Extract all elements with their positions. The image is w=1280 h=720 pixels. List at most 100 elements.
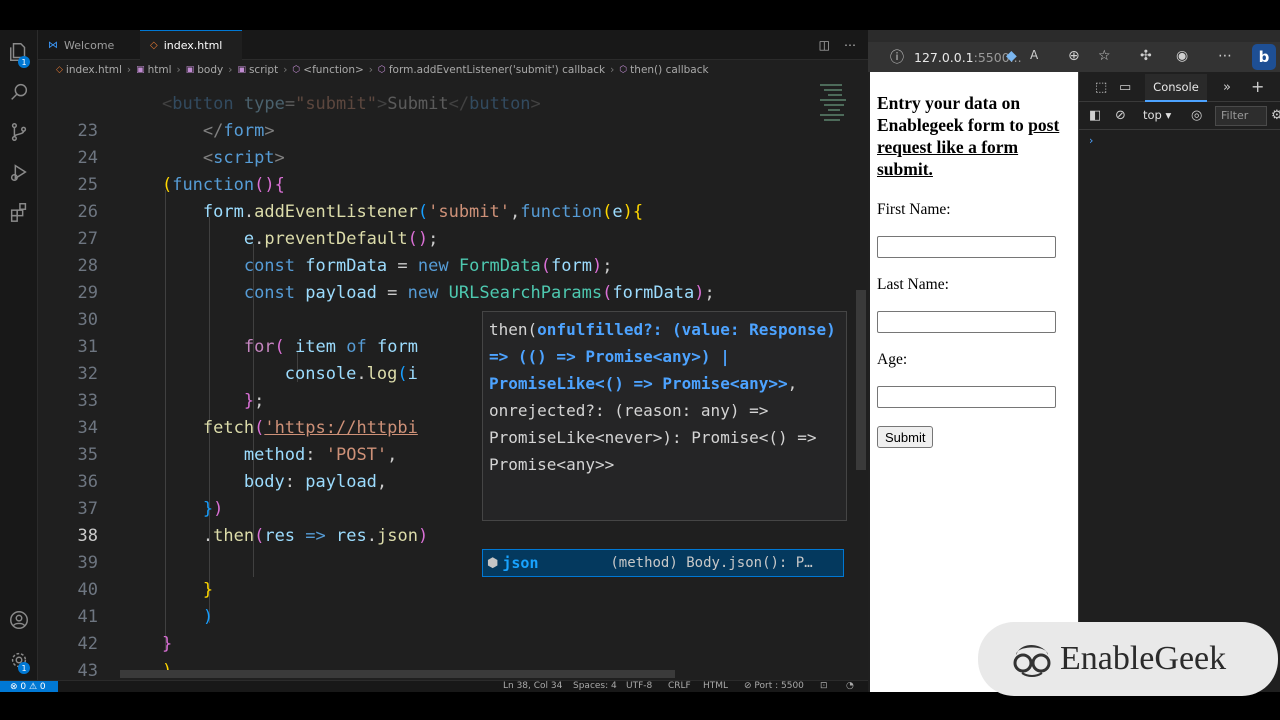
device-emulation-icon[interactable]: ▭ [1119, 80, 1131, 95]
encoding-setting[interactable]: UTF-8 [626, 681, 652, 692]
page-heading: Entry your data on Enablegeek form to po… [877, 93, 1060, 179]
eol-setting[interactable]: CRLF [668, 681, 691, 692]
breadcrumb-item[interactable]: ⬡ form.addEventListener('submit') callbac… [378, 64, 605, 76]
problems-indicator[interactable]: ⊗ 0 ⚠ 0 [0, 681, 58, 692]
breadcrumb-item[interactable]: ⬡ <function> [292, 64, 363, 76]
code-line: console.log(i [284, 364, 418, 384]
breadcrumb-item[interactable]: ◇ index.html [56, 64, 122, 76]
line-number: 34 [77, 418, 98, 438]
function-icon: ⬡ [619, 65, 628, 75]
tab-welcome[interactable]: ⋈ Welcome [38, 30, 140, 60]
editor-tabs: ⋈ Welcome ◇ index.html ◫ ⋯ [38, 30, 868, 60]
code-line: <button type="submit">Submit</button> [161, 94, 541, 114]
source-control-icon[interactable] [7, 120, 31, 144]
breadcrumb: ◇ index.html › ▣ html › ▣ body › ▣ script › ⬡ <fu… [38, 60, 868, 80]
code-line: fetch('https://httpbi [202, 418, 418, 438]
account-icon[interactable] [7, 608, 31, 632]
context-selector[interactable]: top ▾ [1143, 108, 1171, 122]
code-line: body: payload, [243, 472, 388, 492]
language-mode[interactable]: HTML [703, 681, 728, 692]
site-info-icon[interactable]: ⓘ [890, 47, 904, 67]
code-line: method: 'POST', [243, 445, 398, 465]
line-number: 23 [77, 121, 98, 141]
more-actions-icon[interactable]: ⋯ [844, 38, 856, 52]
code-line: }) [202, 499, 224, 519]
autocomplete-suggestion[interactable]: ⬢ json (method) Body.json(): P… [482, 549, 844, 577]
notifications-icon[interactable]: ◔ [846, 681, 854, 692]
line-number: 33 [77, 391, 98, 411]
geek-glasses-icon [1013, 645, 1051, 677]
line-number: 36 [77, 472, 98, 492]
code-line: }; [243, 391, 265, 411]
line-number: 38 [77, 526, 98, 546]
line-number: 29 [77, 283, 98, 303]
sidebar-toggle-icon[interactable]: ◧ [1089, 108, 1101, 123]
breadcrumb-item[interactable]: ▣ html [136, 64, 171, 76]
line-number: 37 [77, 499, 98, 519]
more-tabs-icon[interactable]: » [1223, 80, 1231, 95]
horizontal-scrollbar[interactable] [120, 670, 675, 678]
console-filter-input[interactable]: Filter [1215, 106, 1267, 126]
first-name-input[interactable] [877, 236, 1056, 258]
last-name-input[interactable] [877, 311, 1056, 333]
read-aloud-icon[interactable]: A [1030, 48, 1038, 62]
zoom-icon[interactable]: ⊕ [1068, 48, 1080, 64]
live-server-port[interactable]: ⊘ Port : 5500 [744, 681, 804, 692]
clear-console-icon[interactable]: ⊘ [1115, 108, 1126, 123]
browser-more-icon[interactable]: ⋯ [1218, 48, 1232, 64]
breadcrumb-item[interactable]: ▣ body [186, 64, 223, 76]
method-cube-icon: ⬢ [487, 555, 499, 571]
bing-copilot-icon[interactable]: b [1252, 44, 1276, 70]
favorite-star-icon[interactable]: ☆ [1098, 48, 1111, 64]
tab-actions: ◫ ⋯ [819, 30, 856, 60]
line-number: 24 [77, 148, 98, 168]
tab-index-html[interactable]: ◇ index.html [140, 30, 242, 60]
line-number: 41 [77, 607, 98, 627]
extension-tag-icon[interactable]: ◆ [1006, 48, 1017, 64]
top-black-bar [0, 0, 1280, 30]
error-icon: ⊗ [10, 682, 21, 692]
html-file-icon: ◇ [56, 65, 63, 75]
broadcast-icon: ⊘ [744, 681, 755, 691]
search-icon[interactable] [7, 80, 31, 104]
status-bar: ⊗ 0 ⚠ 0 Ln 38, Col 34 Spaces: 4 UTF-8 CR… [0, 680, 868, 692]
line-number: 31 [77, 337, 98, 357]
console-prompt-icon[interactable]: › [1089, 134, 1093, 147]
activity-bar: 1 1 [0, 30, 38, 680]
line-number: 32 [77, 364, 98, 384]
split-editor-icon[interactable]: ◫ [819, 38, 830, 52]
profile-avatar-icon[interactable]: ◉ [1176, 48, 1188, 64]
code-line: </form> [121, 121, 275, 141]
line-number: 40 [77, 580, 98, 600]
run-debug-icon[interactable] [7, 160, 31, 184]
indentation-setting[interactable]: Spaces: 4 [573, 681, 617, 692]
inspect-element-icon[interactable]: ⬚ [1095, 80, 1107, 95]
age-input[interactable] [877, 386, 1056, 408]
line-number: 43 [77, 661, 98, 680]
settings-badge: 1 [18, 662, 30, 674]
code-line: for( item of form [243, 337, 418, 357]
line-number: 35 [77, 445, 98, 465]
extensions-puzzle-icon[interactable]: ✣ [1140, 48, 1152, 64]
tab-console[interactable]: Console [1145, 74, 1207, 102]
browser-window: ⓘ 127.0.0.1:5500... ◆ A ⊕ ☆ ✣ ◉ ⋯ b Entr… [868, 30, 1280, 692]
line-number: 30 [77, 310, 98, 330]
line-number: 26 [77, 202, 98, 222]
cursor-position[interactable]: Ln 38, Col 34 [503, 681, 562, 692]
vertical-scrollbar[interactable] [856, 290, 866, 470]
breadcrumb-item[interactable]: ▣ script [237, 64, 278, 76]
console-settings-gear-icon[interactable]: ⚙ [1271, 108, 1280, 123]
breadcrumb-item[interactable]: ⬡ then() callback [619, 64, 708, 76]
web-page-content: Entry your data on Enablegeek form to po… [870, 72, 1078, 692]
live-expression-eye-icon[interactable]: ◎ [1191, 108, 1202, 123]
age-label: Age: [877, 351, 908, 368]
dropdown-arrow-icon: ▾ [1165, 108, 1172, 122]
extensions-icon[interactable] [7, 200, 31, 224]
add-tab-icon[interactable]: + [1251, 77, 1264, 96]
console-filter-bar: ◧ ⊘ top ▾ ◎ Filter ⚙ [1079, 102, 1280, 130]
feedback-icon[interactable]: ⊡ [820, 681, 828, 692]
minimap[interactable] [780, 80, 855, 140]
code-line: ) [202, 607, 214, 627]
code-line: (function(){ [161, 175, 285, 195]
submit-button[interactable]: Submit [877, 426, 934, 448]
